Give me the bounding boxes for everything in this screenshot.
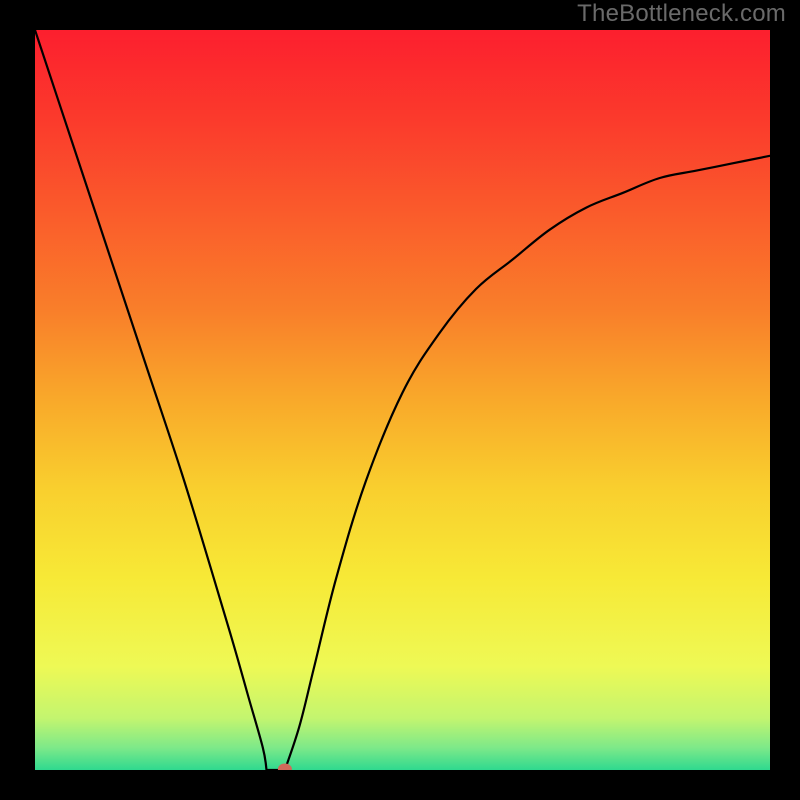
gradient-background xyxy=(35,30,770,770)
plot-area xyxy=(35,30,770,770)
chart-frame: TheBottleneck.com xyxy=(0,0,800,800)
plot-svg xyxy=(35,30,770,770)
watermark-text: TheBottleneck.com xyxy=(577,0,786,28)
